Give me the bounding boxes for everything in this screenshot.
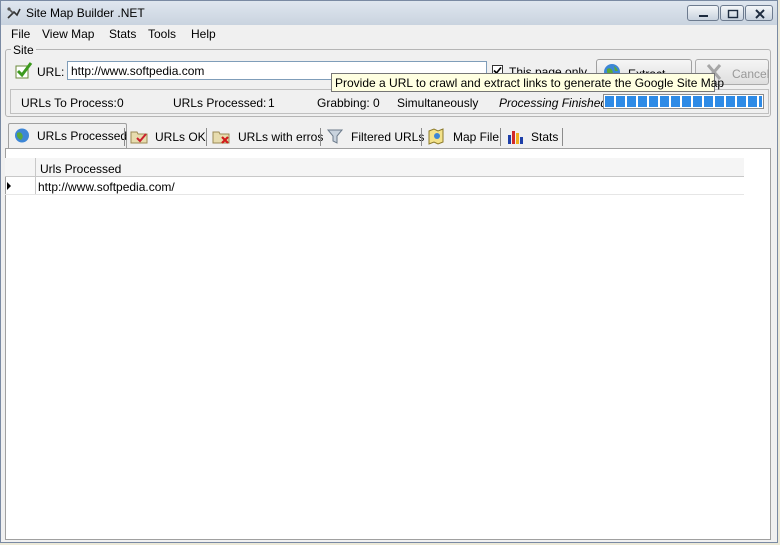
content-panel (5, 148, 771, 540)
tab-separator (206, 128, 207, 146)
progress-fill (605, 96, 762, 107)
grabbing-value: 0 (373, 96, 380, 110)
filter-icon (326, 129, 344, 144)
window-title: Site Map Builder .NET (26, 6, 145, 20)
app-logo-icon (7, 7, 21, 19)
menu-file[interactable]: File (11, 27, 30, 41)
map-file-icon (428, 128, 444, 145)
url-label: URL: (37, 65, 65, 79)
urls-processed-value: 1 (268, 96, 275, 110)
simultaneously-label: Simultaneously (397, 96, 479, 110)
table-cell-url[interactable]: http://www.softpedia.com/ (38, 180, 175, 194)
maximize-icon (727, 9, 739, 19)
tab-label: Map File (453, 130, 500, 144)
tab-separator (124, 128, 125, 146)
tab-separator (421, 128, 422, 146)
tab-urls-with-errors[interactable]: URLs with erros (208, 125, 324, 147)
minimize-icon (699, 15, 708, 17)
urls-to-process-label: URLs To Process: (21, 96, 117, 110)
folder-error-icon (212, 131, 230, 144)
globe-icon (15, 128, 29, 143)
progress-bar (603, 94, 764, 109)
tab-urls-processed[interactable]: URLs Processed (8, 123, 127, 148)
tab-label: URLs OK (155, 130, 206, 144)
menu-tools[interactable]: Tools (148, 27, 176, 41)
row-selector-arrow-icon (7, 182, 11, 190)
site-group-label: Site (11, 43, 36, 57)
tab-label: URLs with erros (238, 130, 324, 144)
tab-separator (320, 128, 321, 146)
tab-filtered-urls[interactable]: Filtered URLs (322, 125, 425, 147)
folder-check-icon (130, 131, 148, 144)
tab-label: Filtered URLs (351, 130, 425, 144)
menu-help[interactable]: Help (191, 27, 216, 41)
url-check-icon (15, 62, 33, 79)
menu-view-map[interactable]: View Map (42, 27, 94, 41)
menu-stats[interactable]: Stats (109, 27, 136, 41)
close-icon (755, 9, 765, 19)
processing-state-text: Processing Finished (499, 96, 608, 110)
cancel-label: Cancel (732, 67, 770, 81)
close-button[interactable] (745, 5, 773, 21)
menu-bar: File View Map Stats Tools Help (1, 25, 777, 43)
tab-stats[interactable]: Stats (502, 125, 562, 147)
urls-to-process-value: 0 (117, 96, 124, 110)
grabbing-label: Grabbing: (317, 96, 370, 110)
title-bar[interactable]: Site Map Builder .NET (1, 1, 777, 26)
bar-chart-icon (508, 131, 523, 144)
tab-strip: URLs Processed URLs OK URLs with erros F… (5, 123, 771, 149)
tab-urls-ok[interactable]: URLs OK (126, 125, 206, 147)
tab-separator (562, 128, 563, 146)
tab-label: URLs Processed (37, 129, 128, 143)
tab-map-file[interactable]: Map File (423, 125, 500, 147)
url-tooltip: Provide a URL to crawl and extract links… (331, 73, 724, 92)
maximize-button[interactable] (720, 5, 744, 21)
minimize-button[interactable] (687, 5, 719, 21)
tab-separator (500, 128, 501, 146)
grid-header-urls-processed[interactable]: Urls Processed (40, 162, 121, 176)
tab-label: Stats (531, 130, 559, 144)
urls-processed-label: URLs Processed: (173, 96, 267, 110)
